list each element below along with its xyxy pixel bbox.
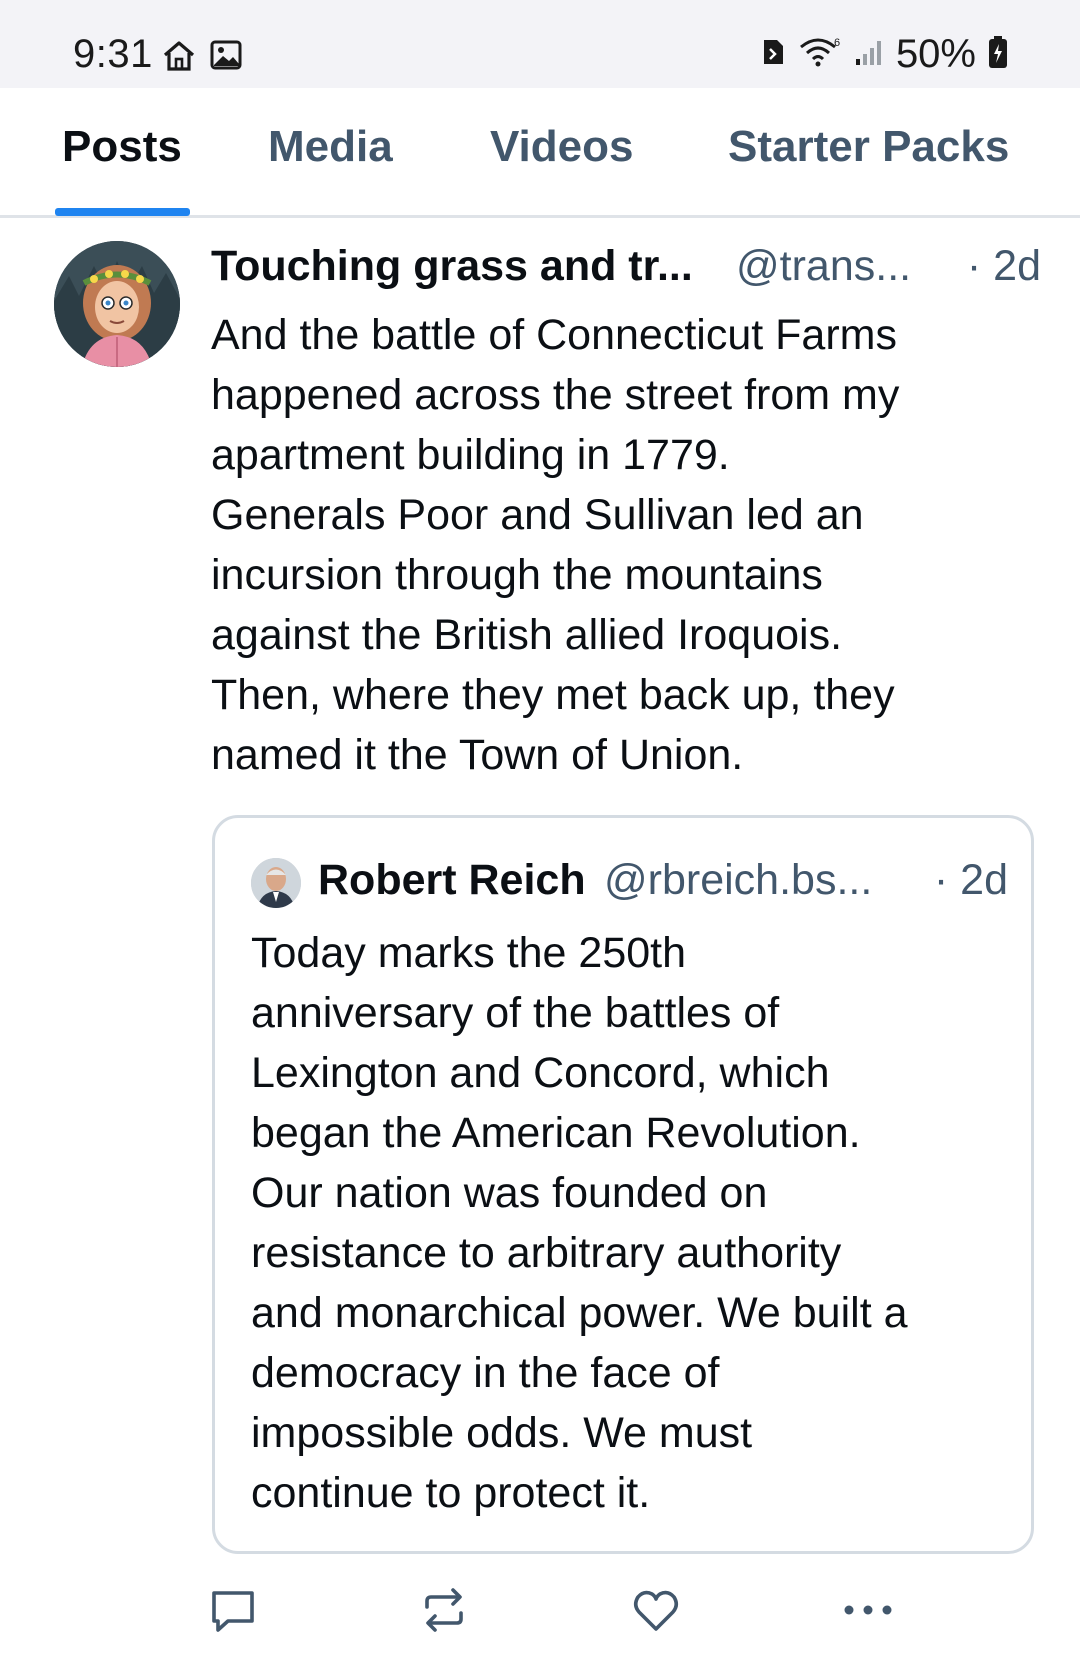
quote-text-line: and monarchical power. We built a bbox=[251, 1289, 908, 1337]
post-text-line: apartment building in 1779. bbox=[211, 431, 730, 479]
post-text-line: Then, where they met back up, they bbox=[211, 671, 895, 719]
svg-text:6: 6 bbox=[834, 37, 840, 49]
battery-percent: 50% bbox=[895, 32, 976, 76]
tab-videos[interactable]: Videos bbox=[490, 122, 633, 172]
post-actions bbox=[0, 1580, 1080, 1640]
image-icon bbox=[210, 40, 242, 77]
quote-header: Robert Reich @rbreich.bs... · 2d bbox=[318, 856, 1008, 912]
home-icon bbox=[162, 40, 196, 77]
active-tab-indicator bbox=[55, 208, 190, 216]
avatar[interactable] bbox=[54, 241, 180, 367]
quote-text-line: Today marks the 250th bbox=[251, 929, 687, 977]
post-text-line: Generals Poor and Sullivan led an bbox=[211, 491, 864, 539]
quote-text-line: Lexington and Concord, which bbox=[251, 1049, 830, 1097]
post-time[interactable]: · 2d bbox=[967, 242, 1041, 291]
quote-author-handle[interactable]: @rbreich.bs... bbox=[604, 856, 872, 905]
quote-text: Today marks the 250th anniversary of the… bbox=[251, 923, 1011, 1523]
quote-text-line: Our nation was founded on bbox=[251, 1169, 768, 1217]
quote-text-line: began the American Revolution. bbox=[251, 1109, 861, 1157]
repost-icon[interactable] bbox=[414, 1580, 474, 1640]
status-time: 9:31 bbox=[73, 32, 153, 76]
quote-text-line: continue to protect it. bbox=[251, 1469, 651, 1517]
reply-icon[interactable] bbox=[203, 1580, 263, 1640]
tab-starter-packs[interactable]: Starter Packs bbox=[728, 122, 1009, 172]
quote-text-line: impossible odds. We must bbox=[251, 1409, 753, 1457]
quoted-post[interactable]: Robert Reich @rbreich.bs... · 2d Today m… bbox=[212, 815, 1034, 1554]
post-text-line: against the British allied Iroquois. bbox=[211, 611, 843, 659]
status-bar: 9:31 6 50% bbox=[0, 0, 1080, 88]
battery-icon bbox=[988, 35, 1008, 74]
signal-icon bbox=[854, 37, 884, 72]
post-text-line: happened across the street from my bbox=[211, 371, 900, 419]
quote-time[interactable]: · 2d bbox=[934, 856, 1008, 905]
quote-text-line: resistance to arbitrary authority bbox=[251, 1229, 842, 1277]
more-icon[interactable] bbox=[838, 1580, 898, 1640]
profile-tabs: Posts Media Videos Starter Packs bbox=[0, 88, 1080, 218]
author-handle[interactable]: @trans... bbox=[736, 242, 911, 291]
quote-avatar bbox=[251, 858, 301, 908]
post-text[interactable]: And the battle of Connecticut Farms happ… bbox=[211, 305, 1041, 785]
quote-text-line: anniversary of the battles of bbox=[251, 989, 780, 1037]
like-icon[interactable] bbox=[626, 1580, 686, 1640]
post-header: Touching grass and tr... @trans... · 2d bbox=[211, 242, 1041, 298]
post-text-line: named it the Town of Union. bbox=[211, 731, 744, 779]
post-text-line: incursion through the mountains bbox=[211, 551, 823, 599]
status-right: 6 50% bbox=[760, 32, 1008, 77]
tab-media[interactable]: Media bbox=[268, 122, 393, 172]
quote-author-name[interactable]: Robert Reich bbox=[318, 856, 586, 905]
app-screen: 9:31 6 50% Posts Media Videos Starter Pa… bbox=[0, 0, 1080, 1679]
tab-posts[interactable]: Posts bbox=[62, 122, 182, 172]
sim-icon bbox=[760, 37, 786, 72]
post-text-line: And the battle of Connecticut Farms bbox=[211, 311, 897, 359]
wifi-icon: 6 bbox=[798, 37, 842, 72]
quote-text-line: democracy in the face of bbox=[251, 1349, 720, 1397]
author-name[interactable]: Touching grass and tr... bbox=[211, 242, 693, 291]
status-left-icons bbox=[162, 40, 242, 77]
